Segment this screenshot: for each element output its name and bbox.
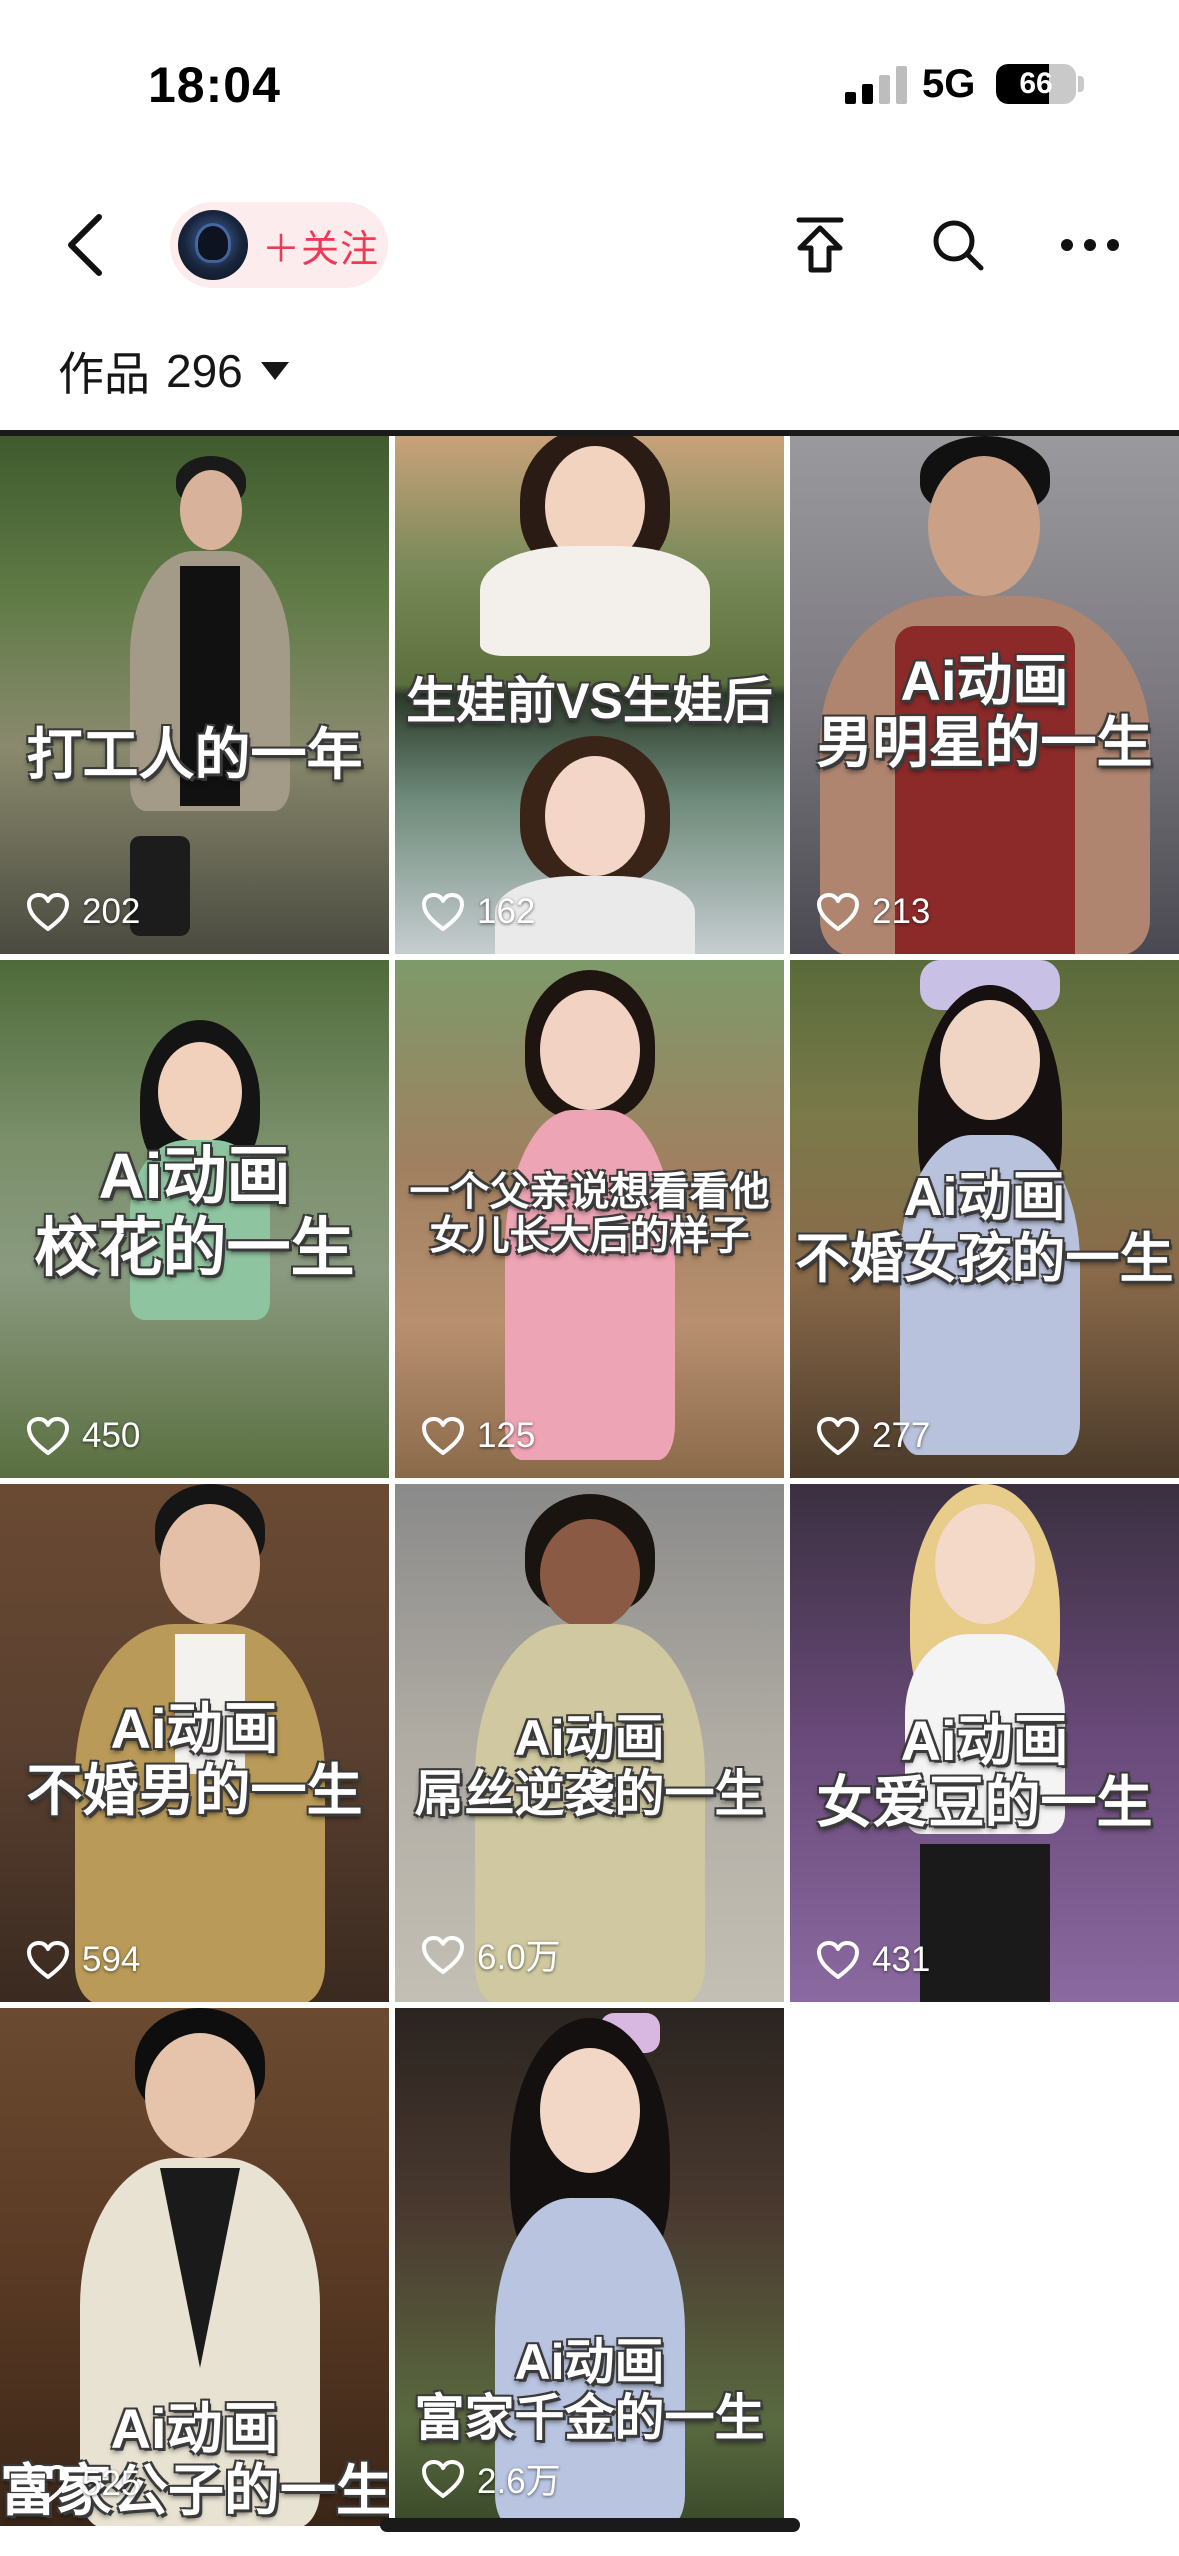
back-icon [68, 214, 102, 276]
video-caption: Ai动画 富家千金的一生 [395, 2334, 784, 2446]
like-count-value: 213 [872, 892, 931, 931]
like-count-value: 431 [872, 1940, 931, 1979]
video-tile[interactable]: Ai动画 校花的一生 450 [0, 960, 389, 1478]
video-caption: Ai动画 男明星的一生 [790, 650, 1179, 774]
heart-icon [817, 1941, 859, 1979]
follow-button[interactable]: ＋关注 [170, 202, 388, 288]
follow-label: ＋关注 [262, 228, 380, 271]
caption-line: 不婚男的一生 [26, 1759, 363, 1822]
avatar[interactable] [178, 210, 248, 280]
caption-line: 一个父亲说想看看他 [409, 1170, 770, 1214]
works-tab[interactable]: 作品 296 [58, 336, 289, 406]
thumbnail-figure [465, 2008, 715, 2526]
battery-icon: 66 [996, 64, 1076, 104]
works-count: 296 [166, 345, 243, 397]
caption-line: 富家千金的一生 [414, 2390, 765, 2446]
video-caption: 生娃前VS生娃后 [395, 670, 784, 732]
cellular-signal-icon [845, 66, 907, 104]
caption-line: Ai动画 [900, 1709, 1069, 1772]
more-icon [1061, 239, 1119, 251]
video-tile[interactable]: Ai动画 富家千金的一生 2.6万 [395, 2008, 784, 2526]
like-count: 525 [26, 2464, 140, 2504]
battery-level: 66 [1019, 67, 1053, 100]
like-count-value: 6.0万 [477, 1938, 561, 1977]
caption-line: 男明星的一生 [816, 711, 1153, 774]
video-tile[interactable]: Ai动画 屌丝逆袭的一生 6.0万 [395, 1484, 784, 2002]
like-count: 202 [26, 892, 140, 932]
heart-icon [422, 1417, 464, 1455]
like-count-value: 202 [82, 892, 141, 931]
heart-icon [27, 893, 69, 931]
heart-icon [817, 1417, 859, 1455]
caption-line: Ai动画 [514, 1710, 665, 1766]
search-button[interactable] [918, 205, 998, 285]
like-count-value: 594 [82, 1940, 141, 1979]
heart-icon [817, 893, 859, 931]
video-caption: 打工人的一年 [0, 724, 389, 786]
heart-icon [422, 893, 464, 931]
like-count-value: 450 [82, 1416, 141, 1455]
video-tile[interactable]: Ai动画 不婚女孩的一生 277 [790, 960, 1179, 1478]
like-count: 277 [816, 1416, 930, 1456]
home-indicator[interactable] [380, 2518, 800, 2532]
caret-down-icon [260, 362, 289, 380]
video-caption: Ai动画 不婚女孩的一生 [790, 1166, 1179, 1290]
like-count: 450 [26, 1416, 140, 1456]
share-button[interactable] [780, 205, 860, 285]
share-icon [796, 217, 844, 273]
more-button[interactable] [1050, 205, 1130, 285]
top-nav-bar: ＋关注 [0, 170, 1179, 320]
caption-line: Ai动画 [903, 1167, 1066, 1227]
video-tile[interactable]: Ai动画 富家公子的一生 525 [0, 2008, 389, 2526]
like-count: 125 [421, 1416, 535, 1456]
like-count-value: 125 [477, 1416, 536, 1455]
heart-icon [27, 2465, 69, 2503]
like-count: 213 [816, 892, 930, 932]
video-caption: Ai动画 女爱豆的一生 [790, 1710, 1179, 1834]
status-bar: 18:04 5G 66 [0, 0, 1179, 170]
like-count: 431 [816, 1940, 930, 1980]
heart-icon [27, 1941, 69, 1979]
caption-line: 打工人的一年 [26, 723, 363, 786]
caption-line: Ai动画 [514, 2334, 665, 2390]
status-time: 18:04 [148, 57, 281, 113]
caption-line: 女爱豆的一生 [816, 1771, 1153, 1834]
caption-line: Ai动画 [110, 2397, 279, 2460]
video-caption: Ai动画 校花的一生 [0, 1140, 389, 1284]
heart-icon [422, 2459, 464, 2498]
like-count: 594 [26, 1940, 140, 1980]
video-tile[interactable]: Ai动画 男明星的一生 213 [790, 436, 1179, 954]
caption-line: Ai动画 [900, 649, 1069, 712]
video-caption: Ai动画 屌丝逆袭的一生 [395, 1710, 784, 1822]
network-type: 5G [922, 62, 976, 106]
like-count-value: 277 [872, 1416, 931, 1455]
caption-line: 生娃前VS生娃后 [406, 673, 773, 729]
like-count: 162 [421, 892, 535, 932]
caption-line: 女儿长大后的样子 [429, 1214, 750, 1258]
video-caption: 一个父亲说想看看他 女儿长大后的样子 [395, 1170, 784, 1258]
heart-icon [27, 1417, 69, 1455]
like-count: 6.0万 [421, 1929, 561, 1980]
video-caption: Ai动画 不婚男的一生 [0, 1698, 389, 1822]
caption-line: 不婚女孩的一生 [795, 1229, 1174, 1289]
works-tab-label: 作品 [58, 348, 150, 400]
video-tile[interactable]: Ai动画 女爱豆的一生 431 [790, 1484, 1179, 2002]
like-count-value: 2.6万 [477, 2462, 561, 2501]
like-count-value: 162 [477, 892, 536, 931]
video-tile[interactable]: 生娃前VS生娃后 162 [395, 436, 784, 954]
video-tile[interactable]: 打工人的一年 202 [0, 436, 389, 954]
search-icon [933, 220, 984, 271]
caption-line: Ai动画 [98, 1140, 291, 1212]
caption-line: 校花的一生 [34, 1212, 355, 1284]
heart-icon [422, 1935, 464, 1974]
like-count: 2.6万 [421, 2453, 561, 2504]
like-count-value: 525 [82, 2464, 141, 2503]
video-tile[interactable]: Ai动画 不婚男的一生 594 [0, 1484, 389, 2002]
back-button[interactable] [50, 205, 120, 285]
caption-line: 屌丝逆袭的一生 [414, 1766, 765, 1822]
thumbnail-figure [120, 456, 300, 954]
video-tile[interactable]: 一个父亲说想看看他 女儿长大后的样子 125 [395, 960, 784, 1478]
battery-nub [1078, 76, 1084, 92]
caption-line: Ai动画 [110, 1697, 279, 1760]
